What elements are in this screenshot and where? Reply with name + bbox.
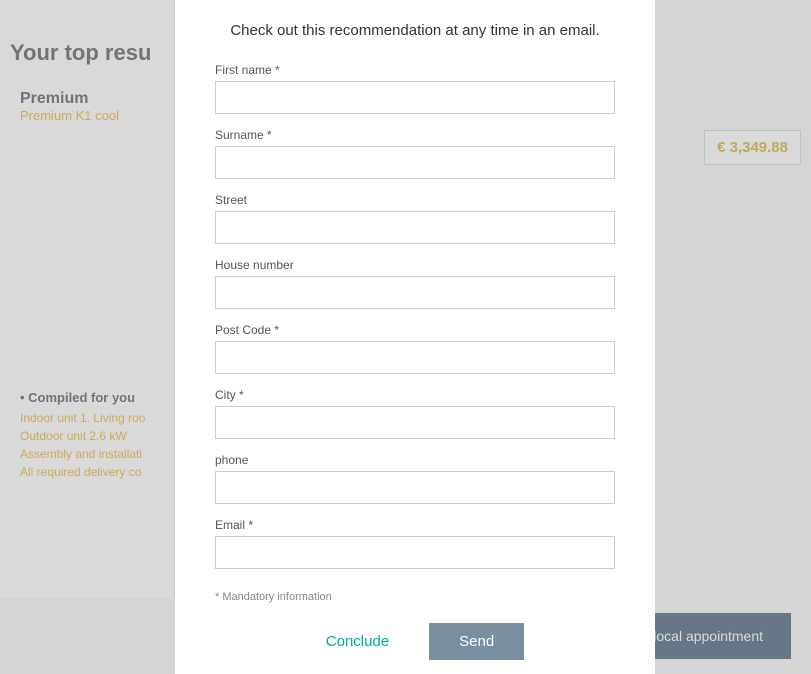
city-group: City * — [215, 388, 615, 439]
send-button[interactable]: Send — [429, 623, 524, 660]
email-group: Email * — [215, 518, 615, 569]
city-label: City * — [215, 388, 615, 402]
surname-group: Surname * — [215, 128, 615, 179]
first-name-input[interactable] — [215, 81, 615, 114]
phone-input[interactable] — [215, 471, 615, 504]
house-number-group: House number — [215, 258, 615, 309]
first-name-group: First name * — [215, 63, 615, 114]
street-input[interactable] — [215, 211, 615, 244]
mandatory-note: * Mandatory information — [215, 591, 615, 603]
email-label: Email * — [215, 518, 615, 532]
phone-label: phone — [215, 453, 615, 467]
email-input[interactable] — [215, 536, 615, 569]
street-group: Street — [215, 193, 615, 244]
modal-actions: Conclude Send — [215, 623, 615, 660]
modal-title: Check out this recommendation at any tim… — [215, 20, 615, 41]
conclude-button[interactable]: Conclude — [306, 623, 409, 660]
house-number-input[interactable] — [215, 276, 615, 309]
first-name-label: First name * — [215, 63, 615, 77]
house-number-label: House number — [215, 258, 615, 272]
post-code-label: Post Code * — [215, 323, 615, 337]
post-code-input[interactable] — [215, 341, 615, 374]
surname-input[interactable] — [215, 146, 615, 179]
city-input[interactable] — [215, 406, 615, 439]
street-label: Street — [215, 193, 615, 207]
phone-group: phone — [215, 453, 615, 504]
post-code-group: Post Code * — [215, 323, 615, 374]
email-modal: Check out this recommendation at any tim… — [175, 0, 655, 674]
surname-label: Surname * — [215, 128, 615, 142]
